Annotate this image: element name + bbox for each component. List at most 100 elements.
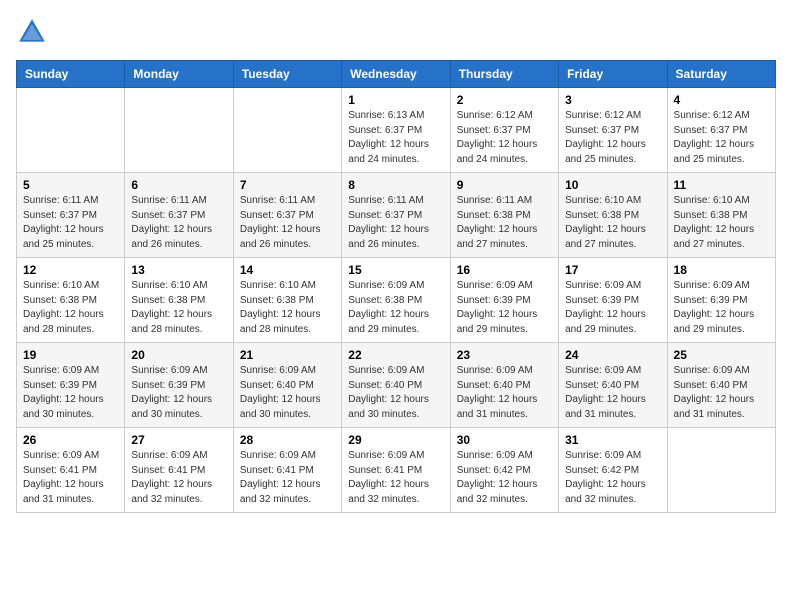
calendar-cell — [17, 88, 125, 173]
calendar-cell: 6 Sunrise: 6:11 AM Sunset: 6:37 PM Daylig… — [125, 173, 233, 258]
column-header-thursday: Thursday — [450, 61, 558, 88]
calendar-cell: 29Sunrise: 6:09 AM Sunset: 6:41 PM Dayli… — [342, 428, 450, 513]
day-info: Sunrise: 6:12 AM Sunset: 6:37 PM Dayligh… — [674, 109, 769, 167]
calendar-week-5: 26 Sunrise: 6:09 AM Sunset: 6:41 PM Dayli… — [17, 428, 776, 513]
calendar-cell: 16Sunrise: 6:09 AM Sunset: 6:39 PM Dayli… — [450, 258, 558, 343]
day-number: 1 — [348, 93, 443, 107]
day-number: 26 — [23, 433, 118, 447]
calendar-cell: 9 Sunrise: 6:11 AM Sunset: 6:38 PM Daylig… — [450, 173, 558, 258]
day-number: 13 — [131, 263, 226, 277]
calendar-cell: 26 Sunrise: 6:09 AM Sunset: 6:41 PM Dayli… — [17, 428, 125, 513]
day-info: Sunrise: 6:12 AM Sunset: 6:37 PM Dayligh… — [457, 109, 552, 167]
calendar-cell: 11 Sunrise: 6:10 AM Sunset: 6:38 PM Dayli… — [667, 173, 775, 258]
day-number: 6 — [131, 178, 226, 192]
day-info: Sunrise: 6:09 AM Sunset: 6:41 PM Dayligh… — [23, 449, 118, 507]
day-info: Sunrise: 6:11 AM Sunset: 6:37 PM Dayligh… — [23, 194, 118, 252]
day-number: 2 — [457, 93, 552, 107]
day-number: 8 — [348, 178, 443, 192]
calendar-cell — [667, 428, 775, 513]
calendar-cell: 22 Sunrise: 6:09 AM Sunset: 6:40 PM Dayli… — [342, 343, 450, 428]
day-info: Sunrise: 6:11 AM Sunset: 6:37 PM Dayligh… — [240, 194, 335, 252]
day-info: Sunrise: 6:12 AM Sunset: 6:37 PM Dayligh… — [565, 109, 660, 167]
day-number: 10 — [565, 178, 660, 192]
calendar-cell: 5 Sunrise: 6:11 AM Sunset: 6:37 PM Daylig… — [17, 173, 125, 258]
logo-icon — [16, 16, 48, 48]
calendar-cell: 20 Sunrise: 6:09 AM Sunset: 6:39 PM Dayli… — [125, 343, 233, 428]
calendar-cell: 28 Sunrise: 6:09 AM Sunset: 6:41 PM Dayli… — [233, 428, 341, 513]
calendar-cell: 1Sunrise: 6:13 AM Sunset: 6:37 PM Daylig… — [342, 88, 450, 173]
day-number: 5 — [23, 178, 118, 192]
day-number: 31 — [565, 433, 660, 447]
day-info: Sunrise: 6:09 AM Sunset: 6:40 PM Dayligh… — [457, 364, 552, 422]
calendar-cell: 10 Sunrise: 6:10 AM Sunset: 6:38 PM Dayli… — [559, 173, 667, 258]
day-info: Sunrise: 6:09 AM Sunset: 6:38 PM Dayligh… — [348, 279, 443, 337]
day-info: Sunrise: 6:09 AM Sunset: 6:41 PM Dayligh… — [348, 449, 443, 507]
day-info: Sunrise: 6:11 AM Sunset: 6:37 PM Dayligh… — [348, 194, 443, 252]
column-header-tuesday: Tuesday — [233, 61, 341, 88]
day-number: 21 — [240, 348, 335, 362]
calendar-cell: 14 Sunrise: 6:10 AM Sunset: 6:38 PM Dayli… — [233, 258, 341, 343]
day-number: 9 — [457, 178, 552, 192]
day-info: Sunrise: 6:09 AM Sunset: 6:40 PM Dayligh… — [674, 364, 769, 422]
day-info: Sunrise: 6:09 AM Sunset: 6:40 PM Dayligh… — [240, 364, 335, 422]
page-header — [16, 16, 776, 48]
calendar-cell: 7 Sunrise: 6:11 AM Sunset: 6:37 PM Daylig… — [233, 173, 341, 258]
day-number: 25 — [674, 348, 769, 362]
day-number: 22 — [348, 348, 443, 362]
calendar-cell: 17 Sunrise: 6:09 AM Sunset: 6:39 PM Dayli… — [559, 258, 667, 343]
day-info: Sunrise: 6:09 AM Sunset: 6:40 PM Dayligh… — [348, 364, 443, 422]
calendar-cell: 30Sunrise: 6:09 AM Sunset: 6:42 PM Dayli… — [450, 428, 558, 513]
column-header-friday: Friday — [559, 61, 667, 88]
day-number: 24 — [565, 348, 660, 362]
day-info: Sunrise: 6:09 AM Sunset: 6:41 PM Dayligh… — [240, 449, 335, 507]
day-number: 4 — [674, 93, 769, 107]
column-header-monday: Monday — [125, 61, 233, 88]
day-info: Sunrise: 6:10 AM Sunset: 6:38 PM Dayligh… — [23, 279, 118, 337]
calendar-cell: 31 Sunrise: 6:09 AM Sunset: 6:42 PM Dayli… — [559, 428, 667, 513]
calendar-cell: 12 Sunrise: 6:10 AM Sunset: 6:38 PM Dayli… — [17, 258, 125, 343]
day-number: 15 — [348, 263, 443, 277]
day-number: 14 — [240, 263, 335, 277]
calendar-cell: 8 Sunrise: 6:11 AM Sunset: 6:37 PM Daylig… — [342, 173, 450, 258]
calendar-cell: 2 Sunrise: 6:12 AM Sunset: 6:37 PM Daylig… — [450, 88, 558, 173]
column-header-saturday: Saturday — [667, 61, 775, 88]
calendar-week-2: 5 Sunrise: 6:11 AM Sunset: 6:37 PM Daylig… — [17, 173, 776, 258]
calendar-cell: 21 Sunrise: 6:09 AM Sunset: 6:40 PM Dayli… — [233, 343, 341, 428]
calendar-cell: 19 Sunrise: 6:09 AM Sunset: 6:39 PM Dayli… — [17, 343, 125, 428]
day-number: 17 — [565, 263, 660, 277]
calendar-cell: 24Sunrise: 6:09 AM Sunset: 6:40 PM Dayli… — [559, 343, 667, 428]
day-info: Sunrise: 6:10 AM Sunset: 6:38 PM Dayligh… — [565, 194, 660, 252]
calendar-cell — [125, 88, 233, 173]
day-info: Sunrise: 6:09 AM Sunset: 6:39 PM Dayligh… — [23, 364, 118, 422]
day-number: 12 — [23, 263, 118, 277]
day-info: Sunrise: 6:10 AM Sunset: 6:38 PM Dayligh… — [674, 194, 769, 252]
column-header-wednesday: Wednesday — [342, 61, 450, 88]
calendar-cell: 18 Sunrise: 6:09 AM Sunset: 6:39 PM Dayli… — [667, 258, 775, 343]
calendar-week-1: 1Sunrise: 6:13 AM Sunset: 6:37 PM Daylig… — [17, 88, 776, 173]
day-number: 20 — [131, 348, 226, 362]
column-header-sunday: Sunday — [17, 61, 125, 88]
day-info: Sunrise: 6:10 AM Sunset: 6:38 PM Dayligh… — [131, 279, 226, 337]
day-info: Sunrise: 6:09 AM Sunset: 6:42 PM Dayligh… — [565, 449, 660, 507]
calendar-week-4: 19 Sunrise: 6:09 AM Sunset: 6:39 PM Dayli… — [17, 343, 776, 428]
calendar-cell: 4 Sunrise: 6:12 AM Sunset: 6:37 PM Daylig… — [667, 88, 775, 173]
calendar-cell: 15 Sunrise: 6:09 AM Sunset: 6:38 PM Dayli… — [342, 258, 450, 343]
day-info: Sunrise: 6:09 AM Sunset: 6:39 PM Dayligh… — [131, 364, 226, 422]
day-info: Sunrise: 6:09 AM Sunset: 6:39 PM Dayligh… — [674, 279, 769, 337]
calendar-table: SundayMondayTuesdayWednesdayThursdayFrid… — [16, 60, 776, 513]
day-number: 11 — [674, 178, 769, 192]
day-number: 28 — [240, 433, 335, 447]
day-info: Sunrise: 6:09 AM Sunset: 6:41 PM Dayligh… — [131, 449, 226, 507]
calendar-cell: 13 Sunrise: 6:10 AM Sunset: 6:38 PM Dayli… — [125, 258, 233, 343]
day-info: Sunrise: 6:11 AM Sunset: 6:37 PM Dayligh… — [131, 194, 226, 252]
day-info: Sunrise: 6:11 AM Sunset: 6:38 PM Dayligh… — [457, 194, 552, 252]
day-number: 16 — [457, 263, 552, 277]
day-number: 19 — [23, 348, 118, 362]
calendar-cell: 25 Sunrise: 6:09 AM Sunset: 6:40 PM Dayli… — [667, 343, 775, 428]
day-info: Sunrise: 6:10 AM Sunset: 6:38 PM Dayligh… — [240, 279, 335, 337]
day-number: 18 — [674, 263, 769, 277]
day-info: Sunrise: 6:09 AM Sunset: 6:39 PM Dayligh… — [565, 279, 660, 337]
day-number: 7 — [240, 178, 335, 192]
day-info: Sunrise: 6:09 AM Sunset: 6:42 PM Dayligh… — [457, 449, 552, 507]
day-number: 23 — [457, 348, 552, 362]
